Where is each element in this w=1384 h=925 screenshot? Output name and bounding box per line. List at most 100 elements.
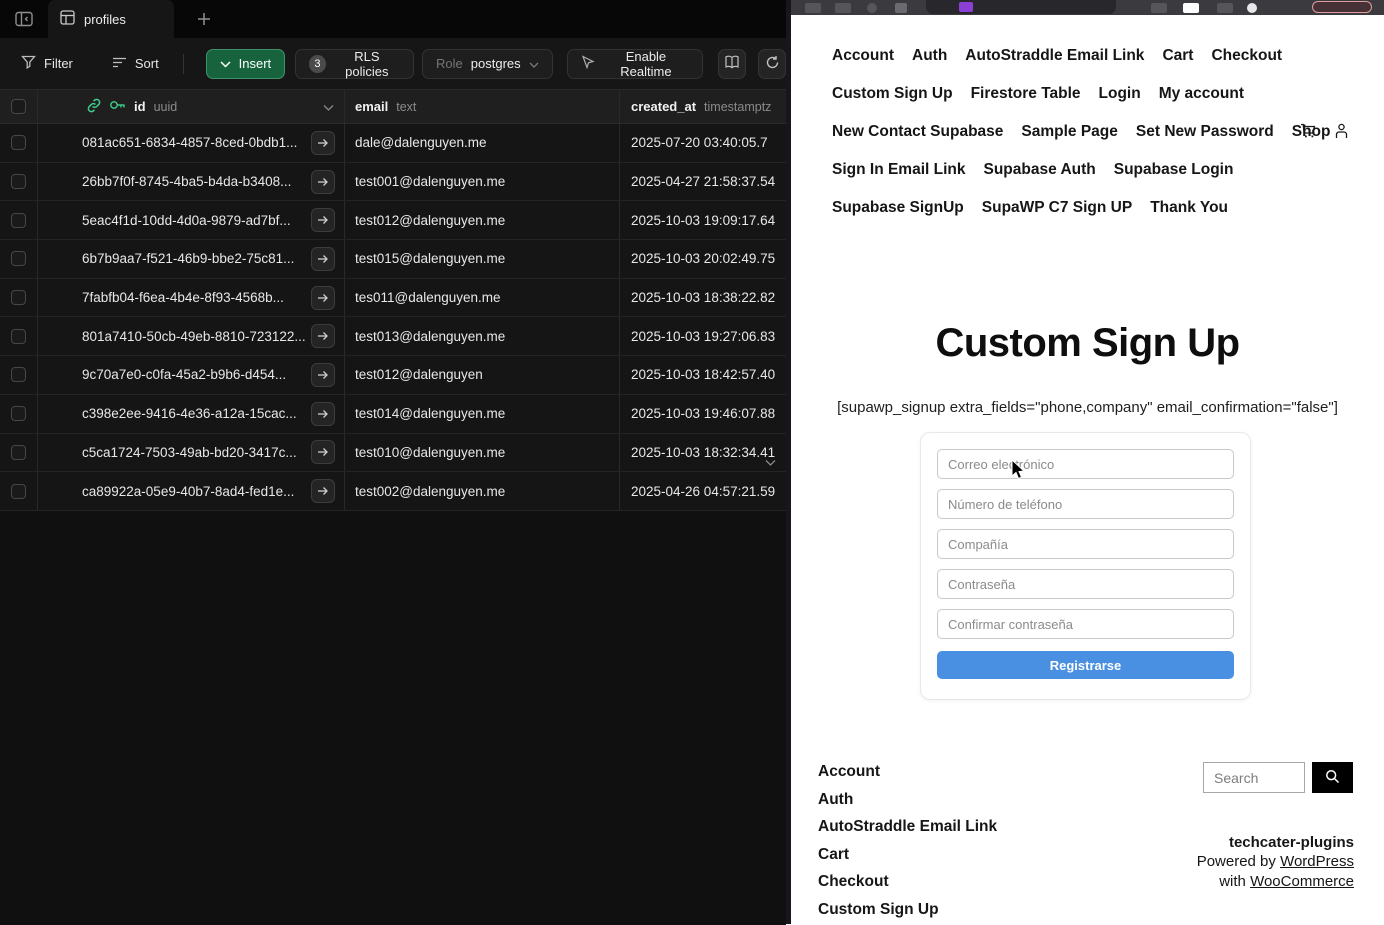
rls-policies-button[interactable]: 3 RLS policies bbox=[295, 49, 414, 79]
search-button[interactable] bbox=[1312, 762, 1353, 793]
address-bar[interactable] bbox=[926, 0, 1116, 14]
refresh-button[interactable] bbox=[758, 49, 786, 79]
nav-link[interactable]: Checkout bbox=[1211, 47, 1282, 65]
enable-realtime-button[interactable]: Enable Realtime bbox=[567, 49, 704, 79]
expand-row-button[interactable] bbox=[311, 440, 335, 464]
password-field[interactable] bbox=[937, 569, 1234, 599]
new-window-icon[interactable] bbox=[1183, 3, 1199, 13]
phone-field[interactable] bbox=[937, 489, 1234, 519]
docs-button[interactable] bbox=[718, 49, 746, 79]
footer-link[interactable]: AutoStraddle Email Link bbox=[818, 813, 997, 841]
column-header-email[interactable]: email text bbox=[345, 90, 620, 123]
account-icon[interactable] bbox=[1334, 123, 1349, 144]
back-icon[interactable] bbox=[805, 3, 821, 13]
chevron-down-icon bbox=[220, 56, 231, 71]
expand-row-button[interactable] bbox=[311, 208, 335, 232]
row-checkbox[interactable] bbox=[11, 329, 26, 344]
nav-link[interactable]: New Contact Supabase bbox=[832, 123, 1003, 141]
nav-link[interactable]: SupaWP C7 Sign UP bbox=[982, 199, 1132, 217]
editor-tabbar: profiles bbox=[0, 0, 786, 38]
expand-row-button[interactable] bbox=[311, 131, 335, 155]
key-icon bbox=[109, 99, 126, 114]
link-icon bbox=[86, 98, 102, 116]
signup-form-card: Registrarse bbox=[920, 432, 1251, 700]
rls-count-badge: 3 bbox=[309, 55, 326, 73]
row-checkbox[interactable] bbox=[11, 445, 26, 460]
tab-profiles[interactable]: profiles bbox=[48, 0, 174, 38]
nav-link[interactable]: Auth bbox=[912, 47, 947, 65]
woocommerce-link[interactable]: WooCommerce bbox=[1250, 873, 1354, 890]
site-credit: techcater-plugins Powered by WordPress w… bbox=[1197, 833, 1354, 891]
email-field[interactable] bbox=[937, 449, 1234, 479]
row-checkbox[interactable] bbox=[11, 484, 26, 499]
nav-link[interactable]: Login bbox=[1099, 85, 1141, 103]
bookmark-star-icon[interactable] bbox=[895, 3, 907, 13]
nav-link[interactable]: Sign In Email Link bbox=[832, 161, 966, 179]
nav-link[interactable]: Thank You bbox=[1150, 199, 1228, 217]
confirm-password-field[interactable] bbox=[937, 609, 1234, 639]
supabase-table-editor: profiles Filter Sort Insert 3 RL bbox=[0, 0, 786, 924]
table-row: 9c70a7e0-c0fa-45a2-b9b6-d454... test012@… bbox=[0, 356, 786, 395]
expand-row-button[interactable] bbox=[311, 324, 335, 348]
row-checkbox[interactable] bbox=[11, 367, 26, 382]
table-row: 5eac4f1d-10dd-4d0a-9879-ad7bf... test012… bbox=[0, 201, 786, 240]
row-checkbox[interactable] bbox=[11, 213, 26, 228]
nav-link[interactable]: Cart bbox=[1162, 47, 1193, 65]
cart-icon[interactable] bbox=[1300, 123, 1317, 144]
footer-link[interactable]: Custom Sign Up bbox=[818, 896, 997, 924]
expand-row-button[interactable] bbox=[311, 286, 335, 310]
nav-link[interactable]: Custom Sign Up bbox=[832, 85, 953, 103]
table-row: 081ac651-6834-4857-8ced-0bdb1... dale@da… bbox=[0, 124, 786, 163]
site-favicon bbox=[959, 2, 973, 12]
filter-button[interactable]: Filter bbox=[21, 55, 73, 72]
role-selector[interactable]: Role postgres bbox=[422, 49, 553, 79]
pointer-icon bbox=[581, 55, 595, 72]
footer-navigation: Account Auth AutoStraddle Email Link Car… bbox=[818, 758, 997, 924]
nav-link[interactable]: Sample Page bbox=[1021, 123, 1118, 141]
table-header-row: id uuid email text created_at timestampt… bbox=[0, 90, 786, 124]
wordpress-link[interactable]: WordPress bbox=[1280, 853, 1354, 870]
reload-icon[interactable] bbox=[867, 3, 877, 13]
expand-row-button[interactable] bbox=[311, 170, 335, 194]
footer-link[interactable]: Checkout bbox=[818, 868, 997, 896]
insert-button[interactable]: Insert bbox=[206, 49, 286, 79]
sidebar-collapse-icon[interactable] bbox=[13, 8, 35, 30]
nav-link[interactable]: Supabase SignUp bbox=[832, 199, 964, 217]
nav-link[interactable]: My account bbox=[1159, 85, 1244, 103]
row-checkbox[interactable] bbox=[11, 290, 26, 305]
expand-row-button[interactable] bbox=[311, 363, 335, 387]
new-tab-button[interactable] bbox=[194, 9, 214, 29]
extensions-icon[interactable] bbox=[1217, 3, 1233, 13]
nav-link[interactable]: Firestore Table bbox=[971, 85, 1081, 103]
row-checkbox[interactable] bbox=[11, 251, 26, 266]
record-pill[interactable] bbox=[1312, 1, 1372, 13]
expand-row-button[interactable] bbox=[311, 479, 335, 503]
nav-link[interactable]: AutoStraddle Email Link bbox=[965, 47, 1144, 65]
register-button[interactable]: Registrarse bbox=[937, 651, 1234, 679]
company-field[interactable] bbox=[937, 529, 1234, 559]
sort-button[interactable]: Sort bbox=[112, 56, 159, 72]
column-header-id[interactable]: id uuid bbox=[38, 90, 345, 123]
forward-icon[interactable] bbox=[835, 3, 851, 13]
expand-row-button[interactable] bbox=[311, 402, 335, 426]
nav-link[interactable]: Set New Password bbox=[1136, 123, 1274, 141]
row-checkbox[interactable] bbox=[11, 174, 26, 189]
site-name: techcater-plugins bbox=[1197, 833, 1354, 852]
tab-group-icon[interactable] bbox=[1151, 3, 1167, 13]
chevron-down-icon[interactable] bbox=[323, 99, 334, 114]
column-header-created-at[interactable]: created_at timestamptz bbox=[620, 90, 786, 123]
filter-icon bbox=[21, 55, 36, 72]
expand-row-button[interactable] bbox=[311, 247, 335, 271]
nav-link[interactable]: Account bbox=[832, 47, 894, 65]
search-input[interactable] bbox=[1203, 762, 1305, 793]
nav-link[interactable]: Supabase Login bbox=[1114, 161, 1234, 179]
profile-icon[interactable] bbox=[1247, 3, 1257, 13]
nav-link[interactable]: Supabase Auth bbox=[984, 161, 1096, 179]
table-toolbar: Filter Sort Insert 3 RLS policies Role p… bbox=[0, 38, 786, 90]
footer-link[interactable]: Cart bbox=[818, 841, 997, 869]
row-checkbox[interactable] bbox=[11, 406, 26, 421]
footer-link[interactable]: Auth bbox=[818, 786, 997, 814]
row-checkbox[interactable] bbox=[11, 135, 26, 150]
footer-link[interactable]: Account bbox=[818, 758, 997, 786]
select-all-checkbox[interactable] bbox=[11, 99, 26, 114]
